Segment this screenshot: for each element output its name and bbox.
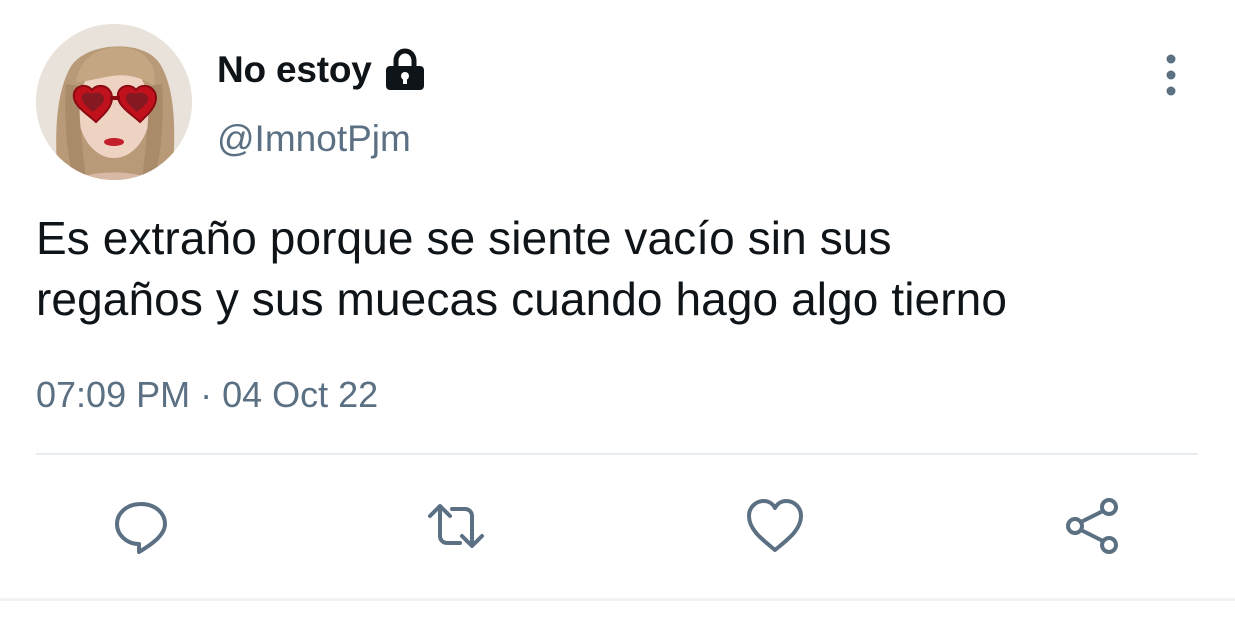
lock-icon [382,47,428,93]
like-button[interactable] [743,494,807,558]
share-icon [1061,494,1125,558]
reply-button[interactable] [109,494,173,558]
user-handle[interactable]: @ImnotPjm [217,118,411,160]
meta-separator: · [200,374,213,415]
like-icon [743,494,807,558]
tweet-text-line: Es extraño porque se siente vacío sin su… [36,212,892,264]
divider [36,453,1198,455]
display-name[interactable]: No estoy [217,49,372,91]
tweet-date[interactable]: 04 Oct 22 [222,374,378,416]
tweet-time[interactable]: 07:09 PM [36,374,190,416]
bottom-divider [0,598,1235,601]
more-vertical-icon[interactable] [1150,52,1192,98]
tweet-text: Es extraño porque se siente vacío sin su… [36,208,1206,330]
avatar[interactable] [36,24,192,180]
tweet-card: No estoy @ImnotPjm Es extraño porque se … [0,0,1235,618]
display-name-row: No estoy [217,46,428,94]
tweet-meta: 07:09 PM · 04 Oct 22 [36,374,378,416]
share-button[interactable] [1061,494,1125,558]
retweet-button[interactable] [424,494,488,558]
reply-icon [109,494,173,558]
tweet-text-line: regaños y sus muecas cuando hago algo ti… [36,273,1008,325]
retweet-icon [424,494,488,558]
